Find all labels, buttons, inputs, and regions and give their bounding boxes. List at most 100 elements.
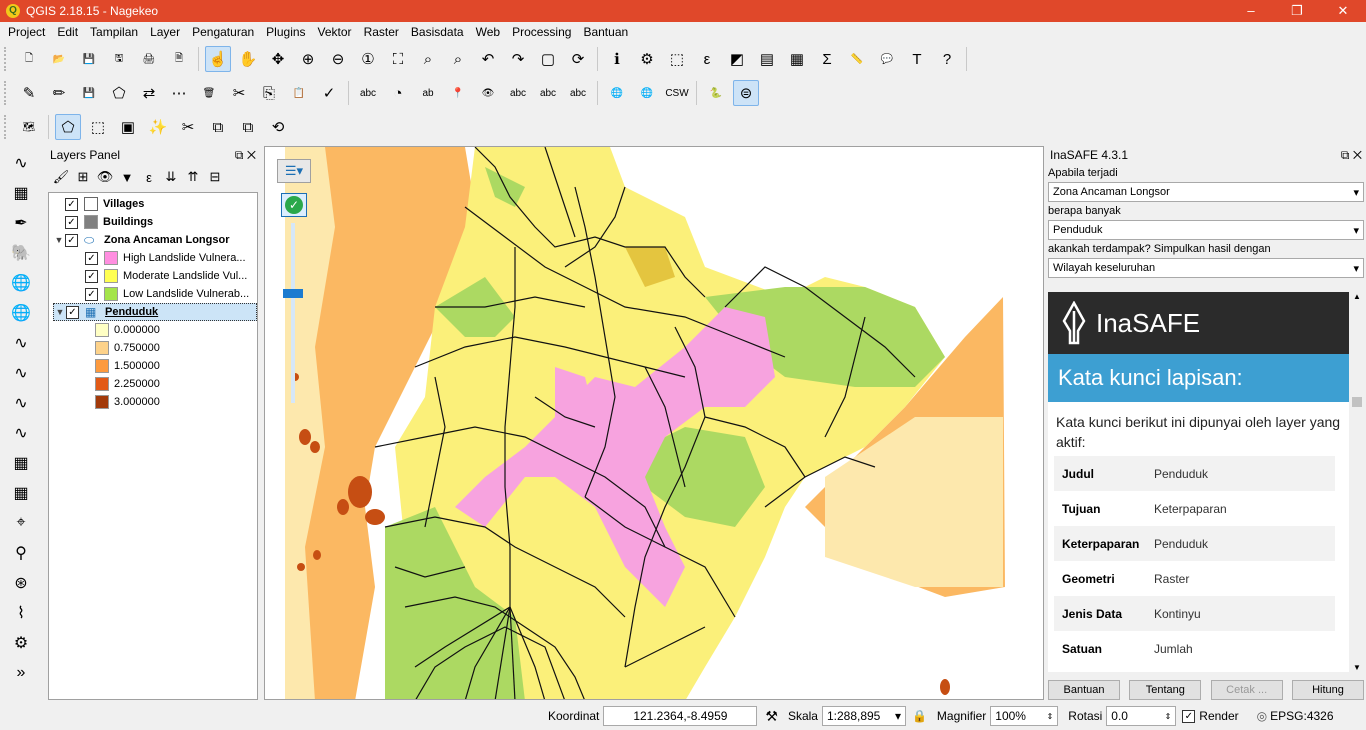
- report-scrollbar[interactable]: ▲ ▼: [1350, 292, 1364, 672]
- add-part-icon[interactable]: ⬚: [85, 114, 111, 140]
- about-button[interactable]: Tentang: [1129, 680, 1202, 700]
- layer-row[interactable]: 3.000000: [73, 393, 160, 411]
- zoom-full-icon[interactable]: ⛶: [385, 46, 411, 72]
- wms-icon[interactable]: 🌐: [604, 80, 630, 106]
- filter-expression-icon[interactable]: ε: [138, 170, 160, 185]
- add-virtual-layer-icon[interactable]: ∿: [6, 390, 36, 416]
- split-features-icon[interactable]: ✂: [175, 114, 201, 140]
- georeferencer-icon[interactable]: ⌖: [6, 510, 36, 536]
- merge-features-icon[interactable]: ⧉: [205, 114, 231, 140]
- touch-icon[interactable]: ☝: [205, 46, 231, 72]
- open-project-icon[interactable]: 📂: [46, 46, 72, 72]
- aggregation-select[interactable]: Wilayah keseluruhan ▾: [1048, 258, 1364, 278]
- expand-arrow-icon[interactable]: ▼: [54, 307, 66, 317]
- add-ring-icon[interactable]: ⬠: [55, 114, 81, 140]
- menu-item-raster[interactable]: Raster: [358, 22, 405, 42]
- copy-features-icon[interactable]: ⎘: [256, 80, 282, 106]
- attribute-table-icon[interactable]: ▤: [754, 46, 780, 72]
- node-tool-icon[interactable]: ⋯: [166, 80, 192, 106]
- filter-legend-icon[interactable]: ▼: [116, 170, 138, 185]
- exposure-select[interactable]: Penduduk ▾: [1048, 220, 1364, 240]
- zoom-slider-track[interactable]: [291, 223, 295, 403]
- csw-icon[interactable]: CSW: [664, 80, 690, 106]
- layer-visibility-checkbox[interactable]: ✓: [85, 251, 98, 265]
- toolbar-grip[interactable]: [4, 115, 10, 139]
- layer-visibility-checkbox[interactable]: ✓: [65, 197, 78, 211]
- statistics-icon[interactable]: Σ: [814, 46, 840, 72]
- undo-icon[interactable]: ✓: [316, 80, 342, 106]
- zoom-last-icon[interactable]: ↶: [475, 46, 501, 72]
- layer-row[interactable]: 1.500000: [73, 357, 160, 375]
- zoom-in-icon[interactable]: ⊕: [295, 46, 321, 72]
- rotation-spinbox[interactable]: 0.0 ⇕: [1106, 706, 1177, 726]
- scroll-thumb[interactable]: [1352, 397, 1362, 407]
- help-icon[interactable]: ?: [934, 46, 960, 72]
- menu-item-vektor[interactable]: Vektor: [312, 22, 358, 42]
- show-hide-label-icon[interactable]: 👁: [475, 80, 501, 106]
- select-icon[interactable]: ⬚: [664, 46, 690, 72]
- expand-all-icon[interactable]: ⇊: [160, 169, 182, 185]
- new-map-view-icon[interactable]: ▢: [535, 46, 561, 72]
- add-oracle-icon[interactable]: ▦: [6, 480, 36, 506]
- menu-item-layer[interactable]: Layer: [144, 22, 186, 42]
- save-project-icon[interactable]: 💾: [76, 46, 102, 72]
- remove-layer-icon[interactable]: ⊟: [204, 169, 226, 185]
- new-project-icon[interactable]: 🗋: [16, 46, 42, 72]
- measure-icon[interactable]: 📏: [844, 46, 870, 72]
- save-edits-icon[interactable]: 💾: [76, 80, 102, 106]
- layer-row[interactable]: ✓ Low Landslide Vulnerab...: [73, 285, 249, 303]
- maximize-button[interactable]: ❐: [1274, 0, 1320, 22]
- close-panel-icon[interactable]: ✕: [247, 148, 256, 162]
- crs-globe-icon[interactable]: ◎: [1257, 709, 1267, 723]
- label-icon[interactable]: abc: [355, 80, 381, 106]
- road-graph-icon[interactable]: ⌇: [6, 600, 36, 626]
- minimize-button[interactable]: –: [1228, 0, 1274, 22]
- layer-visibility-checkbox[interactable]: ✓: [65, 215, 78, 229]
- deselect-icon[interactable]: ◩: [724, 46, 750, 72]
- python-icon[interactable]: 🐍: [703, 80, 729, 106]
- crs-label[interactable]: EPSG:4326: [1270, 709, 1333, 723]
- add-vector-icon[interactable]: ∿: [6, 150, 36, 176]
- rotate-symbols-icon[interactable]: ⟲: [265, 114, 291, 140]
- layer-visibility-checkbox[interactable]: ✓: [65, 233, 78, 247]
- fill-ring-icon[interactable]: ▣: [115, 114, 141, 140]
- field-calculator-icon[interactable]: ▦: [784, 46, 810, 72]
- composer-manager-icon[interactable]: 🗎: [166, 46, 192, 72]
- collapse-all-icon[interactable]: ⇈: [182, 169, 204, 185]
- zoom-next-icon[interactable]: ↷: [505, 46, 531, 72]
- layer-row[interactable]: ▼ ✓ ⬭ Zona Ancaman Longsor: [53, 231, 230, 249]
- layer-row[interactable]: ✓ Buildings: [53, 213, 153, 231]
- add-wcs-icon[interactable]: 🌐: [6, 300, 36, 326]
- add-feature-icon[interactable]: ⬠: [106, 80, 132, 106]
- layer-visibility-checkbox[interactable]: ✓: [66, 305, 79, 319]
- paste-features-icon[interactable]: 📋: [286, 80, 312, 106]
- add-group-icon[interactable]: ⊞: [72, 169, 94, 185]
- close-button[interactable]: ✕: [1320, 0, 1366, 22]
- zoom-out-icon[interactable]: ⊖: [325, 46, 351, 72]
- scale-combo[interactable]: 1:288,895 ▾: [821, 706, 906, 726]
- add-wms-icon[interactable]: 🌐: [6, 270, 36, 296]
- timemanager-check-icon[interactable]: ✓: [281, 193, 307, 217]
- more-tools-icon[interactable]: »: [6, 660, 36, 686]
- coordinate-field[interactable]: 121.2364,-8.4959: [603, 706, 758, 726]
- layer-row[interactable]: ✓ Villages: [53, 195, 144, 213]
- magic-wand-icon[interactable]: ✨: [145, 114, 171, 140]
- layer-visibility-checkbox[interactable]: ✓: [85, 287, 98, 301]
- scroll-down-icon[interactable]: ▼: [1350, 663, 1364, 672]
- menu-item-project[interactable]: Project: [2, 22, 51, 42]
- new-shapefile-icon[interactable]: ∿: [6, 420, 36, 446]
- save-as-icon[interactable]: 🖫: [106, 46, 132, 72]
- inasafe-toggle-icon[interactable]: ⊜: [733, 80, 759, 106]
- run-action-icon[interactable]: ⚙: [634, 46, 660, 72]
- digitizing-map-icon[interactable]: 🗺: [16, 114, 42, 140]
- merge-attributes-icon[interactable]: ⧉: [235, 114, 261, 140]
- render-checkbox[interactable]: ✓: [1182, 709, 1196, 723]
- pin-label-icon[interactable]: 📍: [445, 80, 471, 106]
- scroll-up-icon[interactable]: ▲: [1350, 292, 1364, 301]
- add-raster-icon[interactable]: ▦: [6, 180, 36, 206]
- map-themes-button[interactable]: ☰▾: [277, 159, 311, 183]
- map-canvas[interactable]: ☰▾ ✓: [264, 146, 1044, 700]
- print-button[interactable]: Cetak ...: [1210, 680, 1283, 700]
- menu-item-web[interactable]: Web: [470, 22, 506, 42]
- identify-icon[interactable]: ℹ: [604, 46, 630, 72]
